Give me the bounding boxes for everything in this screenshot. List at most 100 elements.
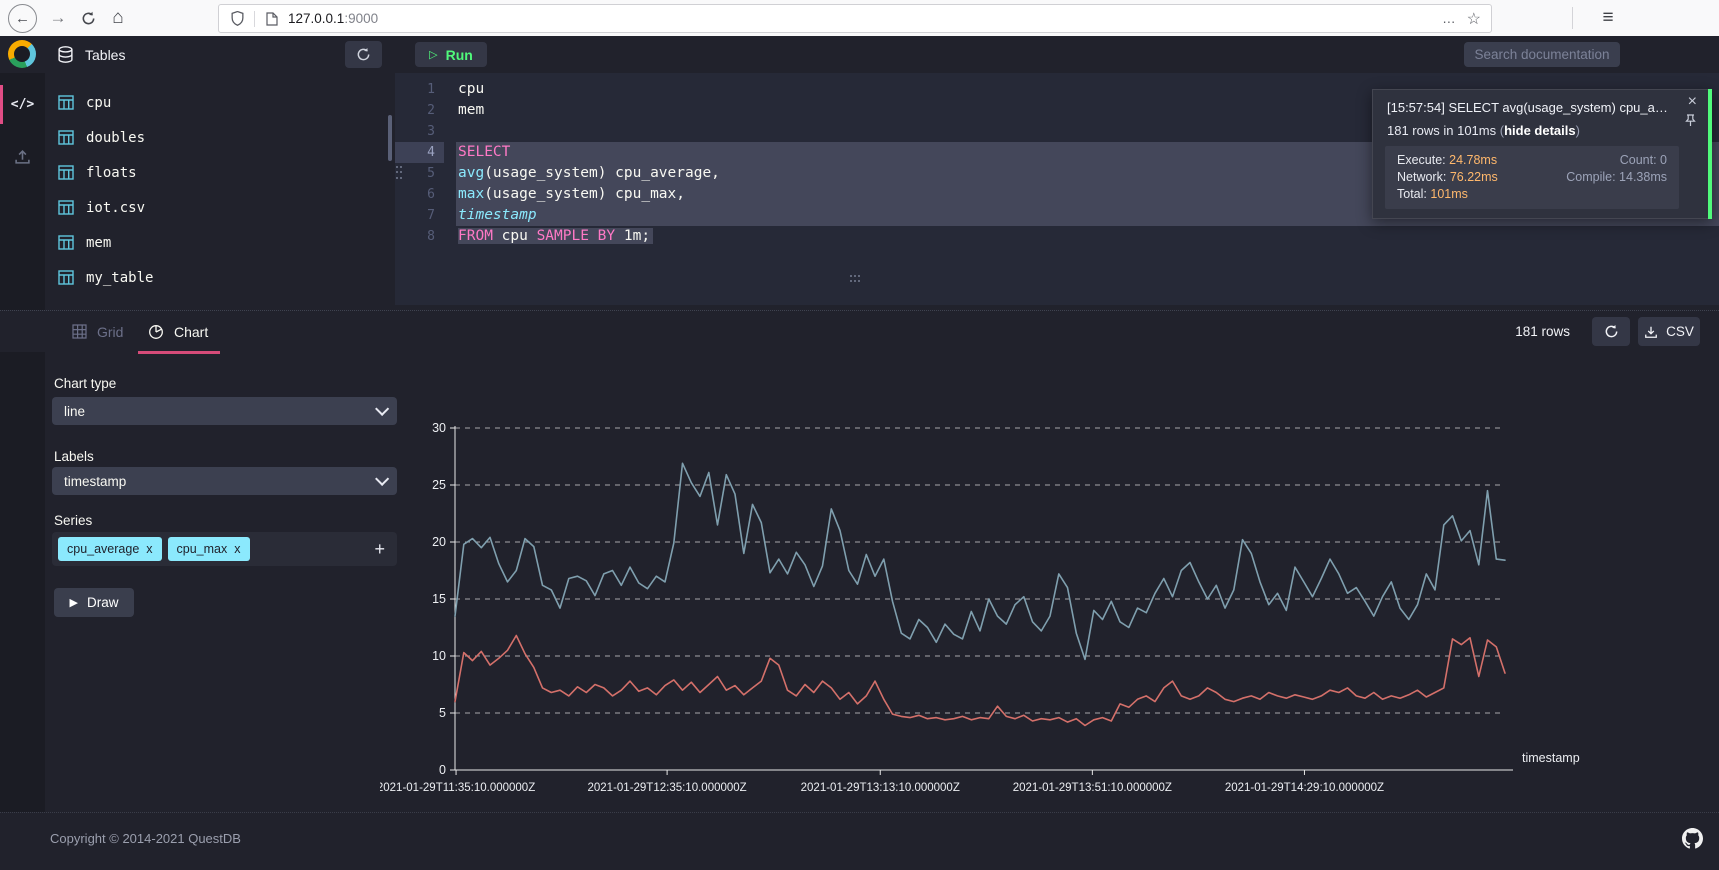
refresh-icon xyxy=(1604,324,1619,339)
run-play-icon: ▷ xyxy=(429,48,437,61)
close-icon[interactable]: × xyxy=(1688,94,1697,110)
count-stat: Count: 0 xyxy=(1532,153,1667,167)
row-count: 181 rows xyxy=(1515,311,1570,352)
run-button[interactable]: ▷ Run xyxy=(415,42,487,67)
pin-icon[interactable] xyxy=(1685,114,1696,127)
draw-button[interactable]: ▶ Draw xyxy=(54,588,134,617)
table-icon xyxy=(58,165,74,180)
csv-download-button[interactable]: CSV xyxy=(1638,317,1700,346)
tab-chart[interactable]: Chart xyxy=(148,311,208,352)
sidebar-item-import[interactable] xyxy=(0,133,45,180)
line-number: 3 xyxy=(395,121,444,142)
code-text: FROM cpu SAMPLE BY 1m; xyxy=(456,226,1719,247)
back-button[interactable]: ← xyxy=(8,4,37,33)
series-chip-label: cpu_average xyxy=(67,542,139,556)
table-icon xyxy=(58,270,74,285)
hide-details-link[interactable]: hide details xyxy=(1504,123,1576,138)
chart-canvas: 0510152025302021-01-29T11:35:10.000000Z2… xyxy=(380,415,1620,815)
copyright-text: Copyright © 2014-2021 QuestDB xyxy=(50,831,241,846)
draw-play-icon: ▶ xyxy=(70,596,78,609)
labels-label: Labels xyxy=(54,449,94,464)
table-row[interactable]: doubles xyxy=(45,120,395,155)
refresh-icon xyxy=(356,47,371,62)
svg-text:0: 0 xyxy=(439,763,446,777)
svg-text:2021-01-29T14:29:10.000000Z: 2021-01-29T14:29:10.000000Z xyxy=(1225,782,1384,794)
page-actions-icon[interactable]: … xyxy=(1442,11,1457,26)
footer: Copyright © 2014-2021 QuestDB xyxy=(0,812,1719,870)
chevron-down-icon xyxy=(375,402,389,416)
panel-splitter-vertical[interactable] xyxy=(396,166,404,180)
draw-label: Draw xyxy=(87,595,119,610)
line-chart: 0510152025302021-01-29T11:35:10.000000Z2… xyxy=(380,415,1620,815)
search-documentation-button[interactable]: Search documentation xyxy=(1464,42,1620,67)
table-name: doubles xyxy=(86,130,145,146)
notification-title: [15:57:54] SELECT avg(usage_system) cpu_… xyxy=(1387,100,1673,115)
tab-grid[interactable]: Grid xyxy=(72,311,123,352)
menu-button[interactable]: ≡ xyxy=(1594,4,1622,32)
table-icon xyxy=(58,95,74,110)
remove-chip-icon[interactable]: x xyxy=(234,542,240,556)
table-row[interactable]: iot.csv xyxy=(45,190,395,225)
editor-line: 8 FROM cpu SAMPLE BY 1m; xyxy=(395,226,1719,247)
table-row[interactable]: cpu xyxy=(45,85,395,120)
svg-text:15: 15 xyxy=(432,592,446,606)
grid-icon xyxy=(72,324,87,339)
chart-type-select[interactable]: line xyxy=(52,397,397,425)
labels-select[interactable]: timestamp xyxy=(52,467,397,495)
reload-icon xyxy=(81,11,96,26)
svg-text:10: 10 xyxy=(432,649,446,663)
bookmark-star-icon[interactable]: ☆ xyxy=(1467,9,1481,29)
table-row[interactable]: mem xyxy=(45,225,395,260)
upload-icon xyxy=(14,148,31,165)
query-notification-popup: [15:57:54] SELECT avg(usage_system) cpu_… xyxy=(1372,89,1712,219)
series-chip-label: cpu_max xyxy=(177,542,228,556)
refresh-results-button[interactable] xyxy=(1592,317,1630,346)
line-number: 8 xyxy=(395,226,444,247)
tables-scrollbar[interactable] xyxy=(388,115,392,161)
remove-chip-icon[interactable]: x xyxy=(146,542,152,556)
panel-splitter-horizontal[interactable] xyxy=(850,275,864,283)
table-row[interactable]: floats xyxy=(45,155,395,190)
csv-label: CSV xyxy=(1666,324,1694,339)
github-link[interactable] xyxy=(1682,828,1703,849)
table-name: floats xyxy=(86,165,137,181)
search-documentation-label: Search documentation xyxy=(1474,47,1609,62)
url-bar[interactable]: 127.0.0.1:9000 … ☆ xyxy=(218,4,1492,33)
query-stats: Execute: 24.78ms Count: 0 Network: 76.22… xyxy=(1385,146,1679,209)
reload-button[interactable] xyxy=(73,3,103,33)
questdb-logo xyxy=(8,40,36,68)
table-name: mem xyxy=(86,235,111,251)
refresh-tables-button[interactable] xyxy=(345,41,382,68)
tables-list: cpu doubles floats iot.csv mem my_table xyxy=(45,85,395,295)
table-name: my_table xyxy=(86,270,153,286)
series-chip[interactable]: cpu_average x xyxy=(58,537,162,561)
app-topbar: Tables ▷ Run Search documentation xyxy=(0,36,1719,74)
page-icon xyxy=(262,12,282,26)
series-chip[interactable]: cpu_max x xyxy=(168,537,250,561)
tables-title: Tables xyxy=(85,47,125,63)
svg-text:30: 30 xyxy=(432,421,446,435)
line-number: 2 xyxy=(395,100,444,121)
run-label: Run xyxy=(446,47,473,63)
line-number: 6 xyxy=(395,184,444,205)
download-icon xyxy=(1644,325,1658,339)
forward-button[interactable]: → xyxy=(43,3,73,33)
questdb-console-screen: ← → ⌂ 127.0.0.1:9000 … ☆ ≡ xyxy=(0,0,1719,870)
home-icon: ⌂ xyxy=(112,7,123,29)
left-rail: </> xyxy=(0,73,45,812)
urlbar-divider xyxy=(254,11,255,27)
tables-panel: cpu doubles floats iot.csv mem my_table xyxy=(45,73,395,305)
chart-type-label: Chart type xyxy=(54,376,116,391)
shield-icon xyxy=(227,11,247,26)
table-row[interactable]: my_table xyxy=(45,260,395,295)
table-name: iot.csv xyxy=(86,200,145,216)
execute-stat: Execute: 24.78ms xyxy=(1397,153,1532,167)
line-number: 4 xyxy=(395,142,444,163)
github-icon xyxy=(1682,828,1703,849)
sidebar-item-editor[interactable]: </> xyxy=(0,81,45,128)
home-button[interactable]: ⌂ xyxy=(103,3,133,33)
url-text: 127.0.0.1:9000 xyxy=(288,11,378,26)
line-number: 7 xyxy=(395,205,444,226)
svg-text:2021-01-29T13:51:10.000000Z: 2021-01-29T13:51:10.000000Z xyxy=(1013,782,1172,794)
compile-stat: Compile: 14.38ms xyxy=(1532,170,1667,184)
